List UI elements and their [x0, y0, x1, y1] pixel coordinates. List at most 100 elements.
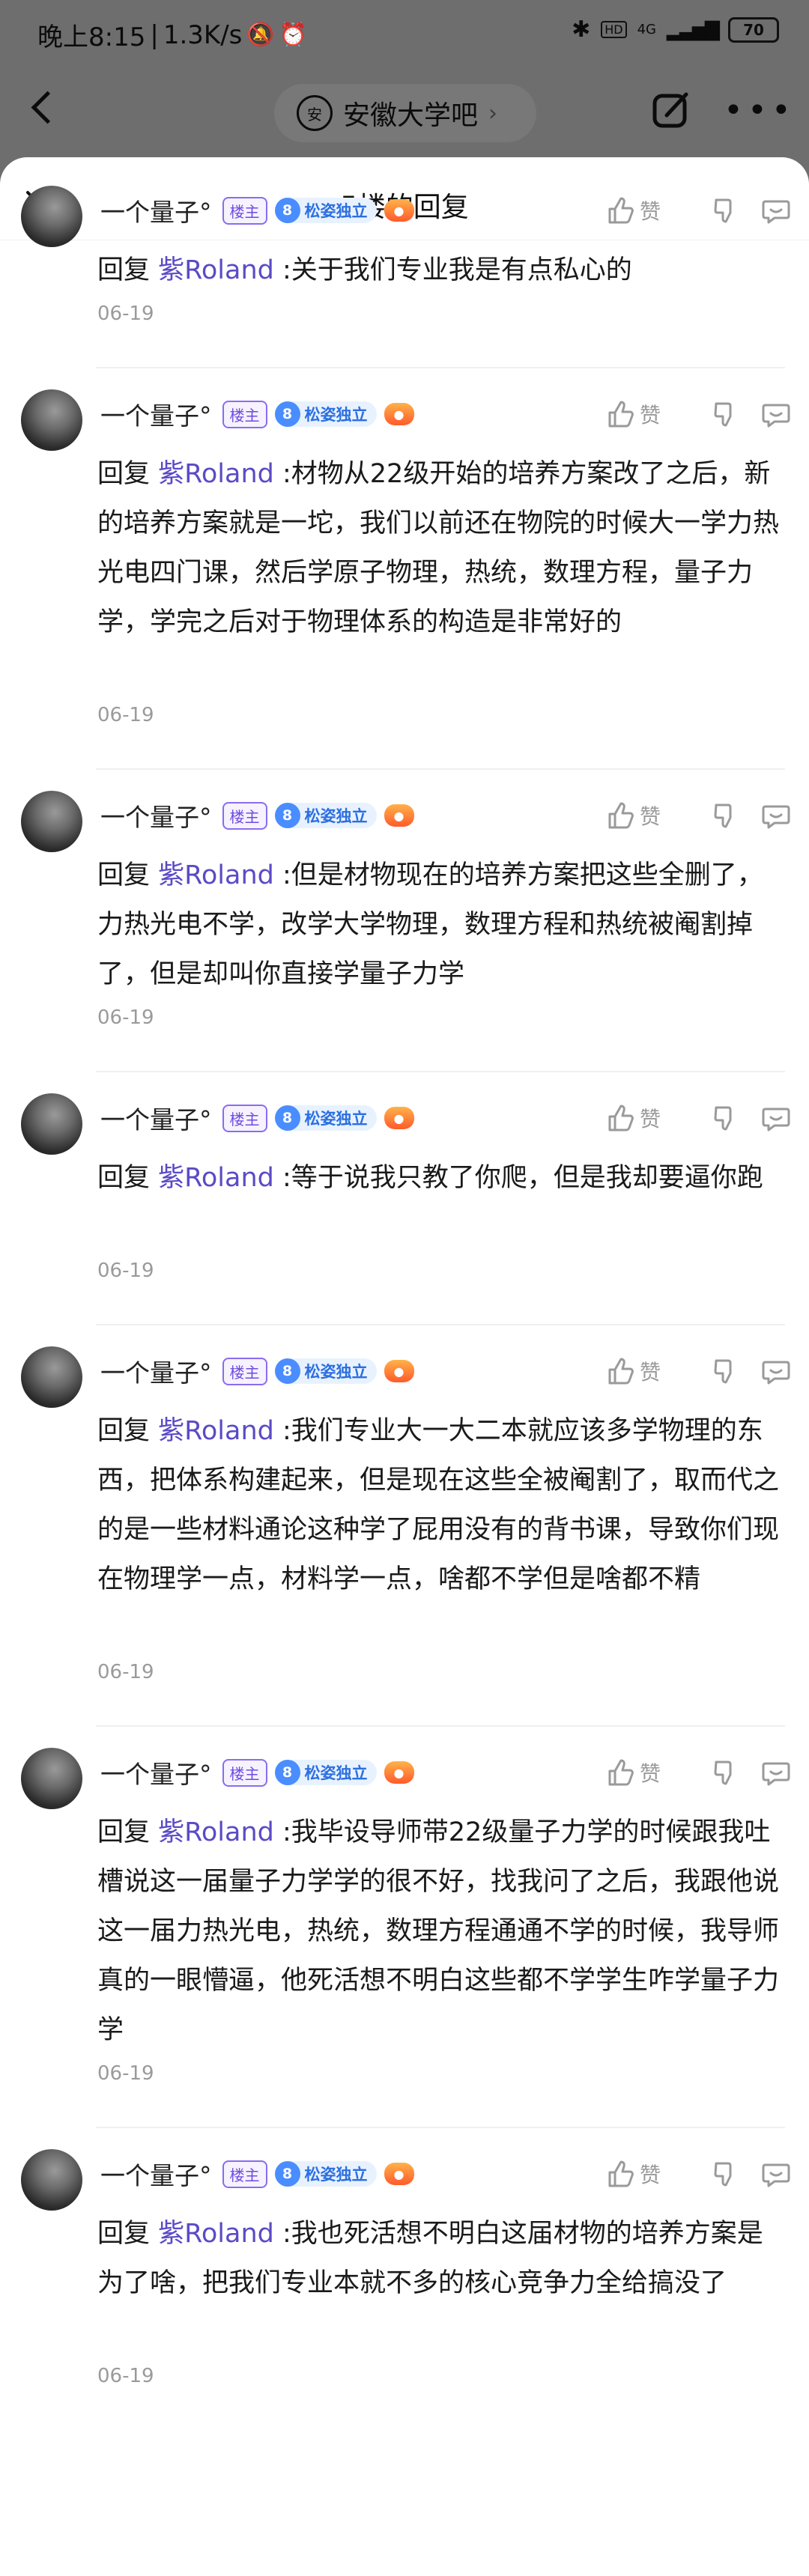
avatar[interactable] [21, 1748, 82, 1809]
username[interactable]: 一个量子° [100, 1100, 212, 1136]
dislike-icon[interactable] [710, 2159, 740, 2189]
avatar[interactable] [21, 791, 82, 852]
status-bar: 晚上8:15 | 1.3K/s 🔕 ⏰ ✱ HD 4G ▂▃▅▇ 70 [0, 0, 809, 67]
comment-icon[interactable] [761, 195, 791, 225]
reply-date: 06-19 [97, 2365, 154, 2387]
mention-link[interactable]: 紫Roland [158, 459, 282, 489]
chevron-right-icon: › [488, 100, 498, 127]
like-button[interactable]: 赞 [605, 1758, 661, 1787]
reply-actions: 赞 [605, 1099, 791, 1137]
mention-link[interactable]: 紫Roland [158, 255, 282, 285]
battery-level: 70 [743, 20, 764, 39]
comment-icon[interactable] [761, 801, 791, 830]
mention-link[interactable]: 紫Roland [158, 2219, 282, 2249]
like-button[interactable]: 赞 [605, 801, 661, 830]
mention-link[interactable]: 紫Roland [158, 1163, 282, 1193]
more-icon[interactable]: ••• [724, 94, 796, 127]
like-label: 赞 [639, 1360, 661, 1385]
reply-item: 一个量子° 楼主 8 松姿独立 ● 赞回复 紫Roland :但是材物现在的培养方案把这些… [0, 770, 809, 1072]
level-badge: 8 松姿独立 [274, 1105, 377, 1131]
level-name: 松姿独立 [304, 1110, 368, 1128]
like-button[interactable]: 赞 [605, 195, 661, 225]
back-icon[interactable] [31, 91, 64, 124]
status-left: 晚上8:15 | 1.3K/s 🔕 ⏰ [37, 16, 307, 53]
mention-link[interactable]: 紫Roland [158, 1817, 282, 1847]
level-number: 8 [274, 401, 300, 427]
user-row: 一个量子° 楼主 8 松姿独立 ● [100, 395, 414, 433]
reply-date: 06-19 [97, 303, 154, 325]
reply-prefix: 回复 [97, 459, 159, 489]
like-button[interactable]: 赞 [605, 1356, 661, 1386]
comment-icon[interactable] [761, 2159, 791, 2189]
dislike-icon[interactable] [710, 195, 740, 225]
bluetooth-icon: ✱ [572, 16, 591, 43]
reply-prefix: 回复 [97, 2219, 159, 2249]
like-button[interactable]: 赞 [605, 399, 661, 429]
fire-badge-icon: ● [384, 1360, 414, 1382]
thumb-up-icon[interactable] [605, 1758, 635, 1787]
dislike-icon[interactable] [710, 1356, 740, 1386]
battery-icon: 70 [728, 16, 779, 43]
level-badge: 8 松姿独立 [274, 401, 377, 427]
comment-icon[interactable] [761, 1758, 791, 1787]
reply-actions: 赞 [605, 395, 791, 433]
edit-icon[interactable] [652, 90, 692, 130]
comment-icon[interactable] [761, 1103, 791, 1133]
reply-prefix: 回复 [97, 1817, 159, 1847]
fire-badge-icon: ● [384, 403, 414, 425]
forum-name-pill[interactable]: 安 安徽大学吧 › [274, 84, 536, 142]
username[interactable]: 一个量子° [100, 396, 212, 432]
reply-prefix: 回复 [97, 1416, 159, 1446]
reply-date: 06-19 [97, 704, 154, 726]
reply-date: 06-19 [97, 2062, 154, 2085]
like-label: 赞 [639, 1761, 661, 1786]
reply-content: 回复 紫Roland :我们专业大一大二本就应该多学物理的东西，把体系构建起来，… [97, 1406, 785, 1604]
thumb-up-icon[interactable] [605, 195, 635, 225]
reply-sheet: 5楼的回复 一个量子°楼主8松姿独立●赞回复 紫Roland :关于我们专业我是… [0, 157, 809, 2576]
network-speed: 1.3K/s [163, 19, 243, 50]
reply-date: 06-19 [97, 1260, 154, 1282]
username[interactable]: 一个量子° [100, 1755, 212, 1790]
reply-content: 回复 紫Roland :我也死活想不明白这届材物的培养方案是为了啥，把我们专业本… [97, 2209, 785, 2308]
reply-prefix: 回复 [97, 1163, 159, 1193]
reply-item: 一个量子° 楼主 8 松姿独立 ● 赞回复 紫Roland :等于说我只教了你爬，但是我却… [0, 1072, 809, 1325]
comment-icon[interactable] [761, 1356, 791, 1386]
username[interactable]: 一个量子° [100, 2156, 212, 2192]
avatar[interactable] [21, 2149, 82, 2211]
like-button[interactable]: 赞 [605, 2159, 661, 2189]
reply-prefix: 回复 [97, 255, 159, 285]
reply-item: 一个量子° 楼主 8 松姿独立 ● 赞回复 紫Roland :我毕设导师带22级量子力学的… [0, 1727, 809, 2128]
owner-badge: 楼主 [222, 2160, 267, 2188]
thumb-up-icon[interactable] [605, 1103, 635, 1133]
thumb-up-icon[interactable] [605, 2159, 635, 2189]
username[interactable]: 一个量子° [100, 192, 212, 228]
reply-text: :等于说我只教了你爬，但是我却要逼你跑 [282, 1163, 763, 1193]
avatar[interactable] [21, 1093, 82, 1155]
forum-nav-bar: 安 安徽大学吧 › ••• [0, 67, 809, 157]
level-name: 松姿独立 [304, 807, 368, 825]
level-badge: 8 松姿独立 [274, 2161, 377, 2187]
avatar[interactable] [21, 389, 82, 451]
thumb-up-icon[interactable] [605, 801, 635, 830]
reply-date: 06-19 [97, 1661, 154, 1683]
mention-link[interactable]: 紫Roland [158, 1416, 282, 1446]
avatar[interactable] [21, 186, 82, 247]
level-number: 8 [274, 1358, 300, 1384]
fire-badge-icon: ● [384, 2163, 414, 2185]
dislike-icon[interactable] [710, 399, 740, 429]
dislike-icon[interactable] [710, 1103, 740, 1133]
dislike-icon[interactable] [710, 801, 740, 830]
level-name: 松姿独立 [304, 406, 368, 424]
username[interactable]: 一个量子° [100, 1353, 212, 1389]
thumb-up-icon[interactable] [605, 399, 635, 429]
mention-link[interactable]: 紫Roland [158, 860, 282, 890]
username[interactable]: 一个量子° [100, 798, 212, 833]
reply-text: :关于我们专业我是有点私心的 [282, 255, 632, 285]
level-badge: 8 松姿独立 [274, 1760, 377, 1785]
comment-icon[interactable] [761, 399, 791, 429]
like-button[interactable]: 赞 [605, 1103, 661, 1133]
thumb-up-icon[interactable] [605, 1356, 635, 1386]
avatar[interactable] [21, 1346, 82, 1408]
level-badge: 8 松姿独立 [274, 198, 377, 223]
dislike-icon[interactable] [710, 1758, 740, 1787]
